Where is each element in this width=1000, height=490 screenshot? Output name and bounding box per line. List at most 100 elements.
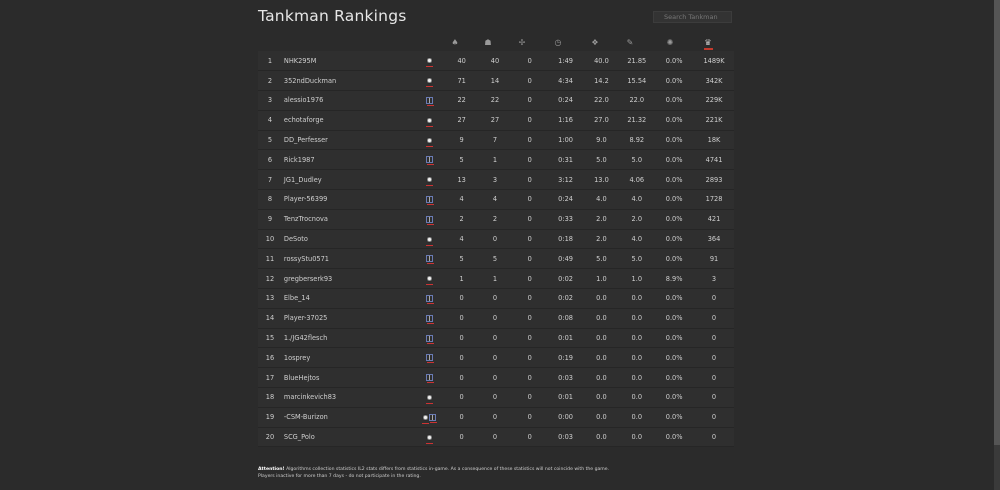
table-row[interactable]: 3 alessio1976 22 22 0 0:24 22.0 22.0 0.0% 229K	[258, 91, 734, 111]
ratio-cell: 0.0	[631, 373, 643, 382]
axis-icon	[422, 413, 430, 424]
deaths-cell: 0	[527, 96, 532, 105]
time-cell: 0:02	[558, 294, 573, 303]
player-name-link[interactable]: alessio1976	[282, 91, 413, 111]
pilot-count-cell: 1	[459, 274, 464, 283]
allies-icon	[425, 255, 434, 265]
time-icon[interactable]: ◷	[550, 37, 566, 49]
ratio-cell: 4.0	[631, 195, 643, 204]
axis-icon	[425, 77, 433, 88]
deaths-icon[interactable]: ✢	[514, 37, 530, 49]
player-icon[interactable]: ☗	[480, 37, 496, 49]
accuracy-cell: 0.0%	[665, 195, 683, 204]
time-cell: 0:02	[558, 274, 573, 283]
player-name-link[interactable]: echotaforge	[282, 110, 413, 130]
player-name-link[interactable]: JG1_Dudley	[282, 170, 413, 190]
player-name-link[interactable]: TenzTrocnova	[282, 209, 413, 229]
ratio-cell: 0.0	[631, 433, 643, 442]
player-name-link[interactable]: BlueHejtos	[282, 368, 413, 388]
rank-cell: 8	[267, 195, 273, 204]
player-count-cell: 0	[492, 294, 498, 303]
table-row[interactable]: 15 1./JG42flesch 0 0 0 0:01 0.0 0.0 0.0% 0	[258, 328, 734, 348]
player-name-link[interactable]: DD_Perfesser	[282, 130, 413, 150]
score-cell: 0	[711, 373, 717, 382]
ratio-cell: 22.0	[629, 96, 645, 105]
footnote-line2: Players inactive for more than 7 days - …	[258, 474, 421, 479]
table-row[interactable]: 11 rossyStu0571 5 5 0 0:49 5.0 5.0 0.0% 91	[258, 249, 734, 269]
table-row[interactable]: 19 -CSM-Burizon 0 0 0 0:00 0.0 0.0 0.0% 0	[258, 407, 734, 428]
player-count-cell: 0	[492, 353, 498, 362]
table-row[interactable]: 8 Player-56399 4 4 0 0:24 4.0 4.0 0.0% 1728	[258, 190, 734, 210]
trophy-underline	[703, 48, 713, 50]
kills-cell: 5.0	[596, 254, 607, 263]
player-count-cell: 4	[492, 195, 498, 204]
rank-cell: 15	[265, 334, 275, 343]
time-cell: 0:18	[558, 235, 573, 244]
scrollbar-thumb[interactable]	[994, 0, 1000, 445]
player-name-link[interactable]: gregberserk93	[282, 269, 413, 289]
table-row[interactable]: 17 BlueHejtos 0 0 0 0:03 0.0 0.0 0.0% 0	[258, 368, 734, 388]
kills-cell: 0.0	[596, 314, 607, 323]
table-row[interactable]: 5 DD_Perfesser 9 7 0 1:00 9.0 8.92 0.0% 18K	[258, 130, 734, 150]
allies-icon	[425, 314, 434, 324]
table-row[interactable]: 20 SCG_Polo 0 0 0 0:03 0.0 0.0 0.0% 0	[258, 427, 734, 447]
table-row[interactable]: 6 Rick1987 5 1 0 0:31 5.0 5.0 0.0% 4741	[258, 150, 734, 170]
player-name-link[interactable]: Player-56399	[282, 190, 413, 210]
accuracy-cell: 0.0%	[665, 155, 683, 164]
table-row[interactable]: 2 352ndDuckman 71 14 0 4:34 14.2 15.54 0.0% 342K	[258, 71, 734, 91]
search-input[interactable]	[653, 11, 732, 23]
pilot-count-cell: 0	[459, 334, 464, 343]
table-row[interactable]: 7 JG1_Dudley 13 3 0 3:12 13.0 4.06 0.0% 2893	[258, 170, 734, 190]
axis-icon	[425, 275, 433, 286]
pilot-icon[interactable]: ♠	[447, 37, 463, 49]
rank-cell: 9	[267, 215, 273, 224]
axis-icon	[425, 176, 433, 187]
pilot-count-cell: 0	[459, 413, 464, 422]
table-row[interactable]: 14 Player-37025 0 0 0 0:08 0.0 0.0 0.0% 0	[258, 308, 734, 329]
kills-cell: 0.0	[596, 353, 607, 362]
table-row[interactable]: 4 echotaforge 27 27 0 1:16 27.0 21.32 0.0% 221K	[258, 110, 734, 131]
rank-cell: 2	[267, 76, 273, 85]
player-name-link[interactable]: marcinkevich83	[282, 388, 413, 408]
player-name-link[interactable]: Rick1987	[282, 150, 413, 170]
player-name-link[interactable]: NHK295M	[282, 51, 413, 71]
player-name-link[interactable]: Player-37025	[282, 308, 413, 328]
page-scrollbar[interactable]	[994, 0, 1000, 490]
score-cell: 364	[707, 235, 721, 244]
ratio-cell: 0.0	[631, 334, 643, 343]
player-name-link[interactable]: 352ndDuckman	[282, 71, 413, 91]
player-name-link[interactable]: 1./JG42flesch	[282, 328, 413, 348]
table-row[interactable]: 1 NHK295M 40 40 0 1:49 40.0 21.85 0.0% 1489K	[258, 51, 734, 71]
accuracy-cell: 0.0%	[665, 215, 683, 224]
time-cell: 1:49	[558, 56, 573, 65]
table-row[interactable]: 10 DeSoto 4 0 0 0:18 2.0 4.0 0.0% 364	[258, 229, 734, 249]
allies-icon	[425, 215, 434, 225]
table-row[interactable]: 9 TenzTrocnova 2 2 0 0:33 2.0 2.0 0.0% 421	[258, 209, 734, 230]
player-count-cell: 3	[492, 175, 498, 184]
table-row[interactable]: 13 Elbe_14 0 0 0 0:02 0.0 0.0 0.0% 0	[258, 289, 734, 309]
accuracy-icon[interactable]: ✺	[662, 37, 678, 49]
table-row[interactable]: 12 gregberserk93 1 1 0 0:02 1.0 1.0 8.9% 3	[258, 269, 734, 289]
player-name-link[interactable]: SCG_Polo	[282, 427, 413, 447]
player-name-link[interactable]: -CSM-Burizon	[282, 407, 413, 427]
player-count-cell: 40	[490, 56, 500, 65]
ratio-cell: 21.85	[627, 56, 647, 65]
player-name-link[interactable]: Elbe_14	[282, 289, 413, 309]
pilot-count-cell: 71	[457, 76, 466, 85]
table-row[interactable]: 16 1osprey 0 0 0 0:19 0.0 0.0 0.0% 0	[258, 348, 734, 368]
footnote-line1: Algorithms collection statistics IL2 sta…	[284, 467, 610, 472]
deaths-cell: 0	[527, 433, 532, 442]
player-name-link[interactable]: rossyStu0571	[282, 249, 413, 269]
allies-icon	[425, 294, 434, 304]
table-row[interactable]: 18 marcinkevich83 0 0 0 0:01 0.0 0.0 0.0% 0	[258, 388, 734, 408]
player-count-cell: 7	[492, 136, 498, 145]
trophy-icon[interactable]: ♛	[700, 37, 716, 50]
faction-cell	[413, 209, 445, 229]
faction-cell	[413, 130, 445, 150]
player-name-link[interactable]: DeSoto	[282, 229, 413, 249]
time-cell: 0:24	[558, 96, 573, 105]
kills-icon[interactable]: ❖	[587, 37, 603, 49]
score-cell: 0	[711, 393, 717, 402]
player-name-link[interactable]: 1osprey	[282, 348, 413, 368]
ratio-icon[interactable]: ✎	[622, 37, 638, 49]
